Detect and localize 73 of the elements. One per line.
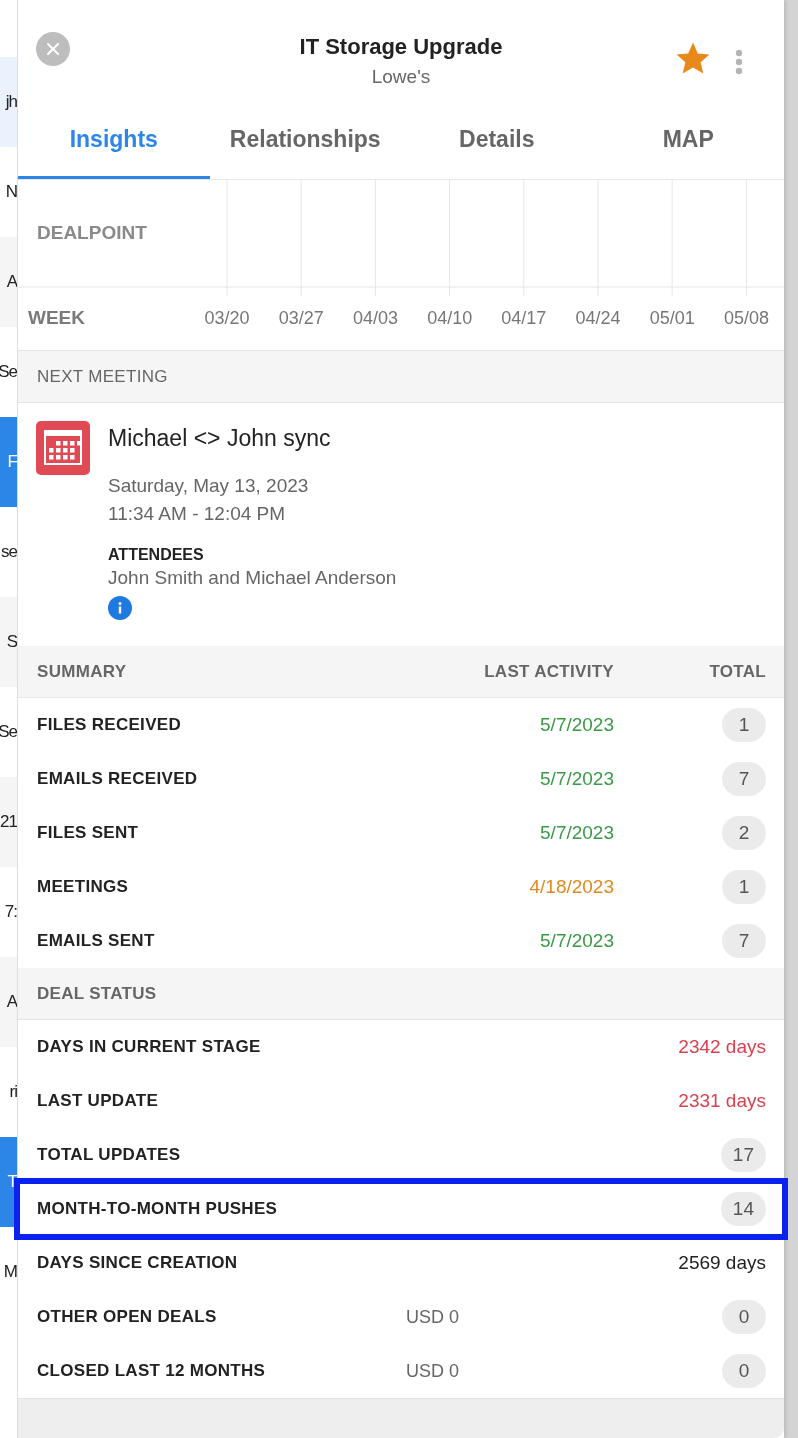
list-row[interactable]: 7: bbox=[0, 867, 17, 957]
total-count: 7 bbox=[722, 762, 766, 796]
metric-label: DAYS SINCE CREATION bbox=[37, 1253, 239, 1273]
calendar-icon bbox=[36, 421, 90, 475]
total-count: 1 bbox=[722, 708, 766, 742]
week-label: 04/10 bbox=[426, 307, 474, 329]
amount-value: USD 0 bbox=[406, 1306, 460, 1328]
last-activity-date: 5/7/2023 bbox=[539, 768, 614, 790]
axis-label: WEEK bbox=[28, 307, 86, 329]
column-header: LAST ACTIVITY bbox=[483, 661, 614, 682]
total-count: 0 bbox=[722, 1354, 766, 1388]
week-label: 05/08 bbox=[722, 307, 770, 329]
list-row[interactable]: M bbox=[0, 1227, 17, 1317]
list-row[interactable]: A bbox=[0, 957, 17, 1047]
more-icon[interactable] bbox=[735, 49, 743, 75]
week-label: 04/03 bbox=[351, 307, 399, 329]
metric-label: MEETINGS bbox=[37, 877, 130, 897]
last-activity-date: 5/7/2023 bbox=[539, 714, 614, 736]
list-row[interactable]: jh bbox=[0, 57, 17, 147]
total-count: 2 bbox=[722, 816, 766, 850]
metric-label: FILES SENT bbox=[37, 823, 140, 843]
tab[interactable]: Details bbox=[401, 110, 593, 179]
tab[interactable]: MAP bbox=[592, 110, 784, 179]
close-icon bbox=[46, 42, 60, 56]
metric-label: LAST UPDATE bbox=[37, 1091, 160, 1111]
source-label: DEALPOINT bbox=[37, 222, 148, 244]
column-header: TOTAL bbox=[708, 661, 766, 682]
last-activity-date: 5/7/2023 bbox=[539, 930, 614, 952]
last-activity-date: 5/7/2023 bbox=[539, 822, 614, 844]
week-label: 05/01 bbox=[648, 307, 696, 329]
list-row[interactable]: F bbox=[0, 417, 17, 507]
list-row[interactable]: se bbox=[0, 507, 17, 597]
tab[interactable]: Insights bbox=[18, 110, 210, 179]
info-icon[interactable] bbox=[108, 596, 132, 620]
attendees-names: John Smith and Michael Anderson bbox=[108, 566, 397, 590]
days-value: 2331 days bbox=[678, 1090, 766, 1112]
list-row[interactable]: A bbox=[0, 237, 17, 327]
section-heading: NEXT MEETING bbox=[37, 366, 168, 387]
total-count: 17 bbox=[720, 1138, 766, 1172]
metric-label: MONTH-TO-MONTH PUSHES bbox=[37, 1199, 279, 1219]
list-row[interactable]: ri bbox=[0, 1047, 17, 1137]
tab[interactable]: Relationships bbox=[209, 110, 401, 179]
list-row[interactable]: S bbox=[0, 597, 17, 687]
company-name: Lowe's bbox=[371, 66, 431, 88]
deal-title: IT Storage Upgrade bbox=[299, 34, 503, 60]
week-label: 04/17 bbox=[500, 307, 548, 329]
week-label: 03/27 bbox=[277, 307, 325, 329]
last-activity-date: 4/18/2023 bbox=[528, 876, 614, 898]
meeting-time: 11:34 AM - 12:04 PM bbox=[108, 502, 286, 526]
total-count: 14 bbox=[720, 1192, 766, 1226]
week-label: 04/24 bbox=[574, 307, 622, 329]
total-count: 7 bbox=[722, 924, 766, 958]
days-value: 2569 days bbox=[678, 1252, 766, 1274]
meeting-date: Saturday, May 13, 2023 bbox=[108, 474, 309, 498]
section-heading: DEAL STATUS bbox=[37, 983, 157, 1004]
list-row[interactable]: N bbox=[0, 147, 17, 237]
amount-value: USD 0 bbox=[406, 1360, 460, 1382]
metric-label: CLOSED LAST 12 MONTHS bbox=[37, 1361, 267, 1381]
metric-label: FILES RECEIVED bbox=[37, 715, 182, 735]
metric-label: TOTAL UPDATES bbox=[37, 1145, 182, 1165]
list-row[interactable]: 21 bbox=[0, 777, 17, 867]
total-count: 0 bbox=[722, 1300, 766, 1334]
week-label: 03/20 bbox=[203, 307, 251, 329]
close-button[interactable] bbox=[36, 32, 70, 66]
metric-label: EMAILS RECEIVED bbox=[37, 769, 199, 789]
metric-label: EMAILS SENT bbox=[37, 931, 156, 951]
meeting-title: Michael <> John sync bbox=[108, 425, 331, 452]
metric-label: OTHER OPEN DEALS bbox=[37, 1307, 218, 1327]
attendees-label: ATTENDEES bbox=[108, 546, 204, 564]
total-count: 1 bbox=[722, 870, 766, 904]
column-header: SUMMARY bbox=[37, 661, 128, 682]
days-value: 2342 days bbox=[678, 1036, 766, 1058]
metric-label: DAYS IN CURRENT STAGE bbox=[37, 1037, 262, 1057]
